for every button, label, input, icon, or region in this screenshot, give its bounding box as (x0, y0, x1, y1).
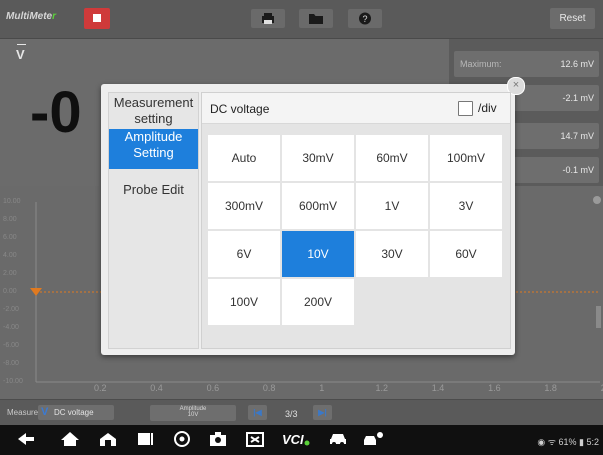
stat-label: Maximum: (460, 59, 502, 69)
amplitude-option[interactable]: 30mV (282, 135, 354, 181)
screen-capture-icon[interactable] (245, 431, 265, 447)
y-tick-label: 6.00 (3, 234, 17, 241)
remote-expert-icon[interactable] (362, 431, 384, 447)
x-tick-label: 1.6 (488, 383, 501, 393)
x-tick-label: 1.4 (431, 383, 445, 393)
help-button[interactable]: ? (348, 9, 382, 28)
wifi-icon: ◉ ᯤ (537, 437, 559, 447)
print-button[interactable] (251, 9, 285, 28)
reading-value: -0 (30, 80, 82, 145)
amplitude-button[interactable]: Amplitude 10V (150, 405, 236, 421)
per-div-label: /div (478, 101, 497, 115)
measure-mode-select[interactable]: V DC voltage (38, 405, 114, 420)
back-icon[interactable] (16, 431, 36, 447)
svg-text:VCI: VCI (282, 432, 304, 447)
scroll-handle (596, 306, 601, 328)
amplitude-option[interactable]: 60V (430, 231, 502, 277)
amplitude-option[interactable]: 100mV (430, 135, 502, 181)
amplitude-option[interactable]: 3V (430, 183, 502, 229)
app-title-accent: r (52, 11, 57, 22)
amplitude-option[interactable]: 60mV (356, 135, 428, 181)
dc-voltage-icon: V (16, 44, 26, 62)
camera-icon[interactable] (208, 431, 228, 447)
y-tick-label: -4.00 (3, 324, 19, 331)
recent-apps-icon[interactable] (135, 431, 155, 447)
amplitude-value: 10V (187, 412, 199, 418)
next-page-button[interactable]: ▶| (313, 405, 332, 420)
x-tick-label: 1.8 (544, 383, 557, 393)
amplitude-option[interactable]: 30V (356, 231, 428, 277)
amplitude-option[interactable]: 300mV (208, 183, 280, 229)
clock-text: 5:2 (586, 437, 599, 447)
stat-value: -2.1 mV (562, 93, 594, 103)
amplitude-option[interactable]: Auto (208, 135, 280, 181)
per-div-checkbox[interactable] (458, 101, 473, 116)
autel-home-icon[interactable] (98, 431, 118, 447)
y-tick-label: 2.00 (3, 270, 17, 277)
unit-symbol: V (16, 47, 25, 62)
vci-icon[interactable]: VCI (282, 431, 310, 447)
home-icon[interactable] (60, 431, 80, 447)
menu-item-amplitude-setting[interactable]: Amplitude Setting (109, 129, 198, 169)
measure-bar: Measure V DC voltage Amplitude 10V |◀ 3/3 … (0, 399, 603, 425)
menu-item-measurement-setting[interactable]: Measurement setting (109, 95, 198, 129)
dc-voltage-mode-icon: V (41, 406, 49, 418)
amplitude-option[interactable]: 200V (282, 279, 354, 325)
amplitude-option[interactable]: 600mV (282, 183, 354, 229)
top-toolbar: MultiMeter ? Reset (0, 0, 603, 39)
folder-icon (309, 14, 323, 24)
car-icon[interactable] (328, 431, 348, 447)
browser-icon[interactable] (172, 431, 192, 447)
svg-text:?: ? (362, 14, 367, 24)
plot-knob-icon (593, 196, 601, 204)
y-tick-label: -8.00 (3, 360, 19, 367)
settings-menu: Measurement setting Amplitude Setting Pr… (108, 92, 199, 349)
folder-button[interactable] (299, 9, 333, 28)
amplitude-option[interactable]: 10V (282, 231, 354, 277)
x-tick-label: 0.8 (262, 383, 276, 393)
stat-value: 14.7 mV (560, 131, 594, 141)
x-tick-label: 0.4 (150, 383, 163, 393)
system-nav-bar: VCI ◉ ᯤ 61% ▮ 5:2 (0, 425, 603, 455)
stat-value: -0.1 mV (562, 165, 594, 175)
battery-icon: ▮ (579, 437, 584, 447)
y-tick-label: -6.00 (3, 342, 19, 349)
amplitude-option[interactable]: 100V (208, 279, 280, 325)
page-indicator: 3/3 (285, 409, 298, 419)
x-tick-label: 0.2 (94, 383, 107, 393)
y-tick-label: 4.00 (3, 252, 17, 259)
stat-value: 12.6 mV (560, 59, 594, 69)
stop-icon (93, 14, 101, 22)
menu-item-probe-edit[interactable]: Probe Edit (109, 182, 198, 202)
y-tick-label: 10.00 (3, 198, 21, 205)
measure-label: Measure (7, 408, 39, 417)
printer-icon (262, 13, 274, 24)
x-tick-label: 1.2 (375, 383, 389, 393)
app-title: MultiMeter (6, 11, 56, 22)
first-page-button[interactable]: |◀ (248, 405, 267, 420)
panel-title: DC voltage (210, 102, 270, 116)
amplitude-option[interactable]: 1V (356, 183, 428, 229)
stat-maximum: Maximum: 12.6 mV (454, 51, 599, 77)
reset-button[interactable]: Reset (550, 8, 595, 29)
stop-button[interactable] (84, 8, 110, 29)
measure-mode-text: DC voltage (54, 408, 94, 417)
help-icon: ? (359, 12, 371, 25)
x-tick-label: 1 (319, 383, 325, 393)
battery-text: 61% (558, 437, 577, 447)
amplitude-panel: DC voltage /div Auto 30mV 60mV 100mV 300mV 60… (201, 92, 511, 349)
app-title-text: MultiMete (6, 11, 53, 22)
panel-header: DC voltage /div (202, 93, 510, 124)
y-tick-label: -10.00 (3, 378, 23, 385)
status-bar: ◉ ᯤ 61% ▮ 5:2 (537, 435, 599, 448)
x-tick-label: 0.6 (206, 383, 220, 393)
y-tick-label: 0.00 (3, 288, 17, 295)
amplitude-option[interactable]: 6V (208, 231, 280, 277)
y-tick-label: -2.00 (3, 306, 19, 313)
y-tick-label: 8.00 (3, 216, 17, 223)
